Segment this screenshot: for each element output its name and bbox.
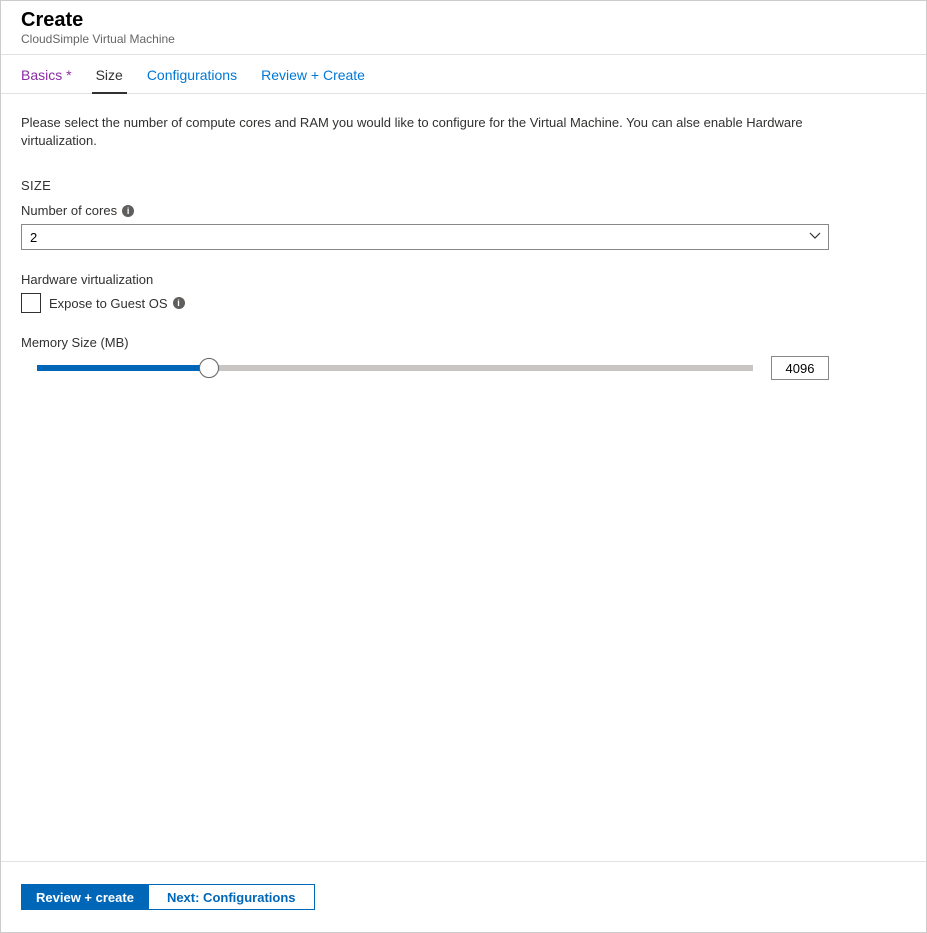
tab-configurations[interactable]: Configurations <box>135 55 249 93</box>
memory-value-input[interactable] <box>771 356 829 380</box>
info-icon[interactable]: i <box>122 205 134 217</box>
cores-label: Number of cores i <box>21 203 906 218</box>
content-area: Please select the number of compute core… <box>1 94 926 861</box>
expose-guest-os-checkbox[interactable] <box>21 293 41 313</box>
expose-guest-os-label: Expose to Guest OS i <box>49 296 185 311</box>
memory-slider-row <box>21 356 829 380</box>
cores-select[interactable]: 2 <box>21 224 829 250</box>
memory-slider[interactable] <box>37 358 753 378</box>
page-header: Create CloudSimple Virtual Machine <box>1 1 926 55</box>
tab-basics[interactable]: Basics * <box>9 55 84 93</box>
memory-label: Memory Size (MB) <box>21 335 906 350</box>
tab-size[interactable]: Size <box>84 55 135 93</box>
page-subtitle: CloudSimple Virtual Machine <box>21 32 906 46</box>
hwvirt-checkbox-row: Expose to Guest OS i <box>21 293 906 313</box>
page-title: Create <box>21 9 906 32</box>
slider-thumb[interactable] <box>199 358 219 378</box>
cores-select-wrap: 2 <box>21 224 829 250</box>
expose-guest-os-label-text: Expose to Guest OS <box>49 296 168 311</box>
hwvirt-heading: Hardware virtualization <box>21 272 906 287</box>
wizard-footer: Review + create Next: Configurations <box>1 861 926 932</box>
cores-label-text: Number of cores <box>21 203 117 218</box>
create-vm-page: Create CloudSimple Virtual Machine Basic… <box>0 0 927 933</box>
description-text: Please select the number of compute core… <box>21 114 821 150</box>
info-icon[interactable]: i <box>173 297 185 309</box>
tab-review-create[interactable]: Review + Create <box>249 55 377 93</box>
slider-fill <box>37 365 209 371</box>
review-create-button[interactable]: Review + create <box>21 884 149 910</box>
wizard-tabs: Basics * Size Configurations Review + Cr… <box>1 55 926 94</box>
size-section-title: SIZE <box>21 178 906 193</box>
next-configurations-button[interactable]: Next: Configurations <box>149 884 315 910</box>
